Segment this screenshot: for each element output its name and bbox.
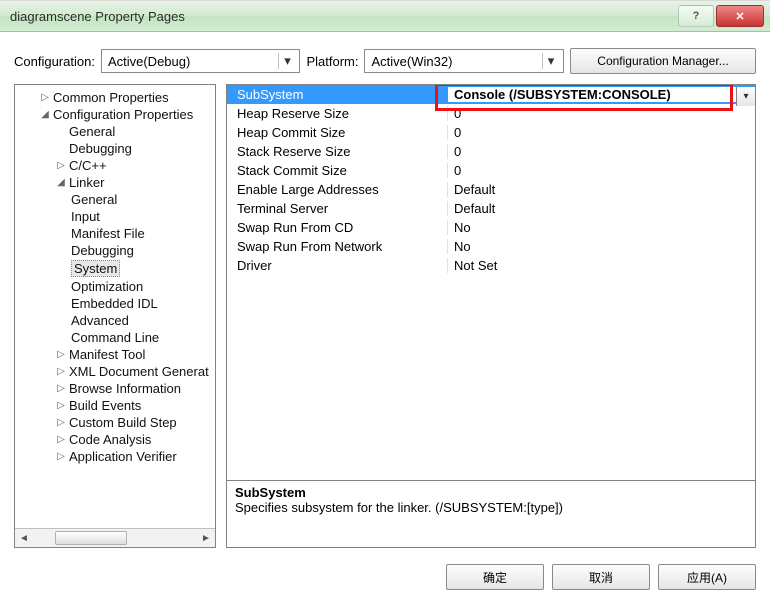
configuration-manager-button[interactable]: Configuration Manager... [570, 48, 756, 74]
tree-item-linker-input[interactable]: Input [15, 208, 215, 225]
property-name: Heap Commit Size [227, 125, 448, 140]
property-row[interactable]: Heap Reserve Size0 [227, 104, 755, 123]
ok-button[interactable]: 确定 [446, 564, 544, 590]
expand-icon: ▷ [55, 160, 67, 171]
property-description: SubSystem Specifies subsystem for the li… [226, 481, 756, 548]
expand-icon: ▷ [55, 349, 67, 360]
tree-item-linker[interactable]: ◢Linker [15, 174, 215, 191]
tree-item-code-analysis[interactable]: ▷Code Analysis [15, 431, 215, 448]
property-value: No [448, 220, 755, 235]
property-value: 0 [448, 163, 755, 178]
apply-button[interactable]: 应用(A) [658, 564, 756, 590]
tree-item-xml-doc-gen[interactable]: ▷XML Document Generat [15, 363, 215, 380]
property-row[interactable]: Swap Run From NetworkNo [227, 237, 755, 256]
window-controls: ? ✕ [676, 5, 764, 27]
property-name: Driver [227, 258, 448, 273]
tree-horizontal-scrollbar[interactable]: ◄ ► [15, 528, 215, 547]
property-name: Enable Large Addresses [227, 182, 448, 197]
platform-value: Active(Win32) [371, 54, 452, 69]
property-value: Default [448, 201, 755, 216]
help-button[interactable]: ? [678, 5, 714, 27]
property-name: Terminal Server [227, 201, 448, 216]
chevron-down-icon: ▾ [542, 53, 559, 69]
property-row[interactable]: Swap Run From CDNo [227, 218, 755, 237]
tree-item-linker-debugging[interactable]: Debugging [15, 242, 215, 259]
collapse-icon: ◢ [39, 109, 51, 120]
property-name: Stack Reserve Size [227, 144, 448, 159]
expand-icon: ▷ [55, 400, 67, 411]
property-row[interactable]: Stack Reserve Size0 [227, 142, 755, 161]
property-value: Default [448, 182, 755, 197]
configuration-label: Configuration: [14, 54, 95, 69]
main-area: ▷Common Properties ◢Configuration Proper… [0, 84, 770, 556]
description-text: Specifies subsystem for the linker. (/SU… [235, 500, 747, 515]
expand-icon: ▷ [55, 434, 67, 445]
tree-item-linker-cmdline[interactable]: Command Line [15, 329, 215, 346]
expand-icon: ▷ [55, 417, 67, 428]
configuration-dropdown[interactable]: Active(Debug) ▾ [101, 49, 301, 73]
tree-item-linker-embedded-idl[interactable]: Embedded IDL [15, 295, 215, 312]
platform-dropdown[interactable]: Active(Win32) ▾ [364, 49, 564, 73]
tree-item-config-properties[interactable]: ◢Configuration Properties [15, 106, 215, 123]
tree-item-manifest-tool[interactable]: ▷Manifest Tool [15, 346, 215, 363]
property-name: Stack Commit Size [227, 163, 448, 178]
property-row[interactable]: Heap Commit Size0 [227, 123, 755, 142]
platform-label: Platform: [306, 54, 358, 69]
tree-item-browse-info[interactable]: ▷Browse Information [15, 380, 215, 397]
property-grid-pane: SubSystemConsole (/SUBSYSTEM:CONSOLE)▾He… [226, 84, 756, 548]
tree-item-linker-system[interactable]: System [15, 259, 215, 278]
tree-item-linker-optimization[interactable]: Optimization [15, 278, 215, 295]
description-title: SubSystem [235, 485, 747, 500]
cancel-button[interactable]: 取消 [552, 564, 650, 590]
property-value[interactable]: Console (/SUBSYSTEM:CONSOLE)▾ [448, 87, 755, 102]
property-name: Heap Reserve Size [227, 106, 448, 121]
property-row[interactable]: DriverNot Set [227, 256, 755, 275]
scroll-left-icon[interactable]: ◄ [15, 530, 33, 546]
property-value: No [448, 239, 755, 254]
property-row[interactable]: Stack Commit Size0 [227, 161, 755, 180]
property-pages-dialog: diagramscene Property Pages ? ✕ Configur… [0, 0, 770, 604]
tree-item-app-verifier[interactable]: ▷Application Verifier [15, 448, 215, 465]
expand-icon: ▷ [55, 383, 67, 394]
tree-item-ccpp[interactable]: ▷C/C++ [15, 157, 215, 174]
property-row[interactable]: Terminal ServerDefault [227, 199, 755, 218]
property-grid[interactable]: SubSystemConsole (/SUBSYSTEM:CONSOLE)▾He… [226, 84, 756, 481]
property-value: 0 [448, 144, 755, 159]
scroll-thumb[interactable] [55, 531, 127, 545]
config-row: Configuration: Active(Debug) ▾ Platform:… [0, 32, 770, 84]
expand-icon: ▷ [39, 92, 51, 103]
expand-icon: ▷ [55, 366, 67, 377]
tree-pane: ▷Common Properties ◢Configuration Proper… [14, 84, 216, 548]
property-name: Swap Run From Network [227, 239, 448, 254]
property-row[interactable]: SubSystemConsole (/SUBSYSTEM:CONSOLE)▾ [227, 85, 755, 104]
tree-item-linker-manifest[interactable]: Manifest File [15, 225, 215, 242]
close-button[interactable]: ✕ [716, 5, 764, 27]
chevron-down-icon: ▾ [278, 53, 295, 69]
configuration-value: Active(Debug) [108, 54, 190, 69]
tree-item-linker-advanced[interactable]: Advanced [15, 312, 215, 329]
property-tree[interactable]: ▷Common Properties ◢Configuration Proper… [15, 85, 215, 528]
scroll-right-icon[interactable]: ► [197, 530, 215, 546]
property-value: Not Set [448, 258, 755, 273]
window-title: diagramscene Property Pages [10, 9, 676, 24]
titlebar: diagramscene Property Pages ? ✕ [0, 1, 770, 32]
property-row[interactable]: Enable Large AddressesDefault [227, 180, 755, 199]
property-name: Swap Run From CD [227, 220, 448, 235]
property-name: SubSystem [227, 87, 448, 102]
tree-item-debugging[interactable]: Debugging [15, 140, 215, 157]
property-value: 0 [448, 106, 755, 121]
dialog-buttons: 确定 取消 应用(A) [0, 556, 770, 604]
tree-item-build-events[interactable]: ▷Build Events [15, 397, 215, 414]
expand-icon: ▷ [55, 451, 67, 462]
tree-item-common-properties[interactable]: ▷Common Properties [15, 89, 215, 106]
tree-item-custom-build[interactable]: ▷Custom Build Step [15, 414, 215, 431]
tree-item-linker-general[interactable]: General [15, 191, 215, 208]
chevron-down-icon[interactable]: ▾ [736, 87, 755, 106]
tree-item-general[interactable]: General [15, 123, 215, 140]
collapse-icon: ◢ [55, 177, 67, 188]
property-value: 0 [448, 125, 755, 140]
